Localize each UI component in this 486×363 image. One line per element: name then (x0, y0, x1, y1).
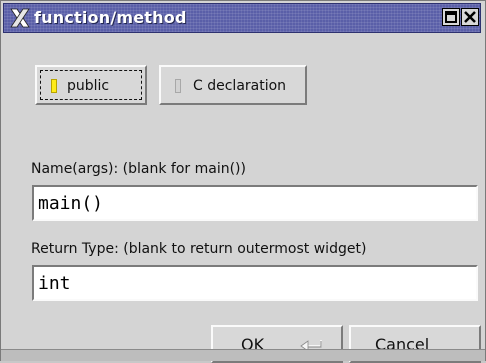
window-title: function/method (34, 8, 187, 27)
return-type-input[interactable]: int (32, 265, 478, 301)
close-button[interactable] (461, 8, 479, 26)
return-type-label: Return Type: (blank to return outermost … (31, 241, 367, 257)
maximize-button[interactable] (442, 8, 460, 26)
c-declaration-indicator-light (175, 79, 181, 93)
public-toggle[interactable]: public (35, 65, 147, 105)
public-toggle-label: public (67, 78, 110, 94)
c-declaration-toggle-label: C declaration (193, 78, 287, 94)
bottom-edge-scrollbar[interactable] (1, 349, 485, 361)
x-logo-icon[interactable] (9, 7, 31, 29)
close-icon (464, 11, 476, 23)
dialog-window: function/method public C declaration Nam… (0, 0, 486, 363)
name-input[interactable]: main() (32, 185, 478, 221)
c-declaration-toggle[interactable]: C declaration (159, 65, 307, 105)
name-field-label: Name(args): (blank for main()) (31, 161, 246, 177)
public-indicator-light (51, 79, 57, 93)
titlebar[interactable]: function/method (3, 3, 481, 33)
maximize-icon (445, 11, 457, 23)
